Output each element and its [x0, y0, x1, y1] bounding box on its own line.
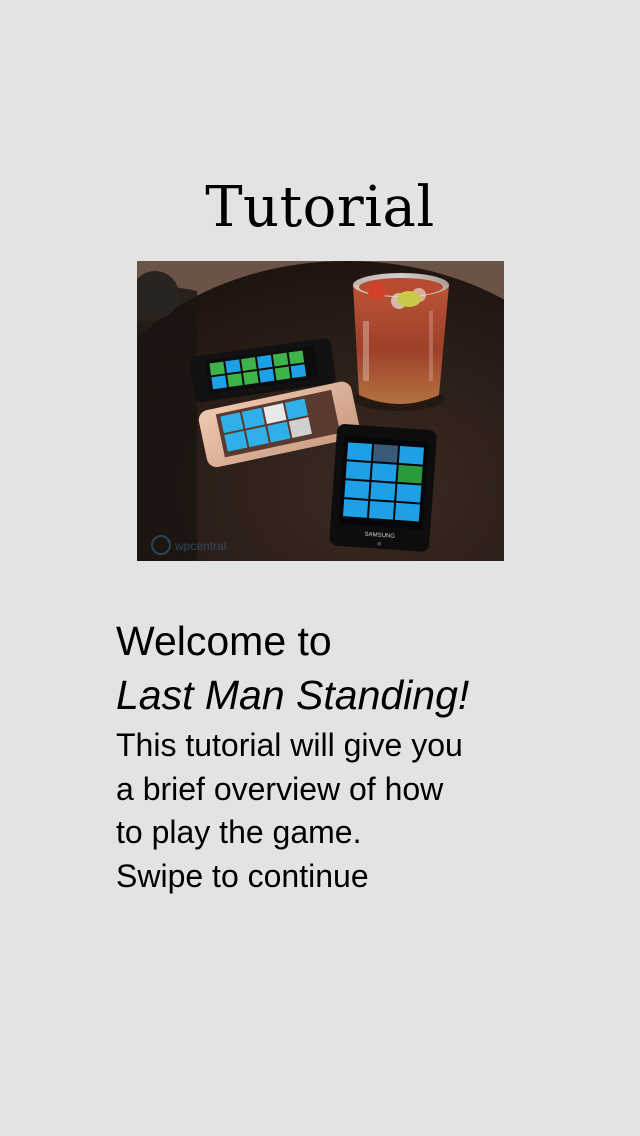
swipe-hint: Swipe to continue — [116, 857, 369, 894]
intro-description: This tutorial will give you a brief over… — [116, 724, 586, 898]
tutorial-photo: SAMSUNG wpcentral — [137, 261, 504, 561]
game-name: Last Man Standing! — [116, 672, 470, 718]
page-title: Tutorial — [205, 174, 435, 240]
drink-glass — [353, 273, 449, 411]
watermark-text: wpcentral — [174, 539, 226, 553]
phone-samsung: SAMSUNG — [329, 424, 437, 552]
intro-line: This tutorial will give you — [116, 727, 463, 763]
intro-line: to play the game. — [116, 814, 362, 850]
welcome-heading: Welcome to — [116, 618, 332, 664]
intro-line: a brief overview of how — [116, 770, 444, 807]
intro-text-block: Welcome to Last Man Standing! This tutor… — [116, 614, 586, 898]
